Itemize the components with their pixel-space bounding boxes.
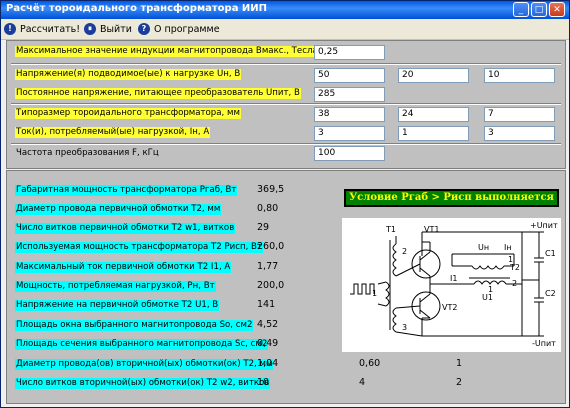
size-input-1[interactable]: 38 <box>314 107 385 122</box>
current-label: Ток(и), потребляемый(ые) нагрузкой, Iн, … <box>15 127 211 138</box>
ih-label: Iн <box>504 243 512 252</box>
size-input-3[interactable]: 7 <box>484 107 555 122</box>
result-label: Напряжение на первичной обмотке Т2 U1, В <box>15 300 220 311</box>
calculate-label: Рассчитать! <box>20 23 81 35</box>
result-value: 0,80 <box>257 203 279 214</box>
result-label: Диаметр провода первичной обмотки Т2, мм <box>15 204 222 215</box>
uh-label: Uн <box>478 243 489 252</box>
vt2-label: VT2 <box>442 303 457 312</box>
circuit-schematic: T1 VT1 VT2 T2 C1 C2 +Uпит -Uпит I1 U1 Uн… <box>342 218 561 352</box>
winding-label: 1 <box>488 285 493 294</box>
voltage-label: Напряжение(я) подводимое(ые) к нагрузке … <box>15 69 242 80</box>
result-value: 4,52 <box>257 319 279 330</box>
result-value: 10 <box>257 377 270 388</box>
voltage-input-3[interactable]: 10 <box>484 68 555 83</box>
winding-label: 2 <box>512 279 517 288</box>
plus-supply-label: +Uпит <box>530 221 558 230</box>
voltage-input-2[interactable]: 20 <box>398 68 469 83</box>
winding-label: 1 <box>372 289 377 298</box>
calculate-menu-item[interactable]: ! Рассчитать! <box>4 21 80 37</box>
result-label: Площадь окна выбранного магнитопровода S… <box>15 320 254 331</box>
t2-label: T2 <box>509 263 520 272</box>
result-value: 0,49 <box>257 338 279 349</box>
frequency-input[interactable]: 100 <box>314 146 385 161</box>
c1-label: C1 <box>545 249 556 258</box>
divider <box>11 143 561 145</box>
result-label: Число витков первичной обмотки Т2 w1, ви… <box>15 223 236 234</box>
window-title: Расчёт тороидального трансформатора ИИП <box>6 3 268 14</box>
result-value: 260,0 <box>257 241 285 252</box>
exit-icon: ⏸ <box>84 23 96 35</box>
winding-label: 1 <box>508 255 513 264</box>
dc-voltage-label: Постоянное напряжение, питающее преобраз… <box>15 88 301 99</box>
current-input-3[interactable]: 3 <box>484 126 555 141</box>
result-value: 4 <box>359 377 366 388</box>
title-bar[interactable]: Расчёт тороидального трансформатора ИИП … <box>1 1 569 19</box>
result-label: Мощность, потребляемая нагрузкой, Pн, Вт <box>15 281 216 292</box>
result-value: 0,60 <box>359 358 381 369</box>
about-label: О программе <box>154 23 220 35</box>
result-label: Используемая мощность трансформатора Т2 … <box>15 242 263 253</box>
close-button[interactable]: ✕ <box>549 2 565 17</box>
schematic-svg: T1 VT1 VT2 T2 C1 C2 +Uпит -Uпит I1 U1 Uн… <box>350 221 558 348</box>
exit-menu-item[interactable]: ⏸ Выйти <box>84 21 132 37</box>
dc-voltage-input[interactable]: 285 <box>314 87 385 102</box>
current-input-2[interactable]: 1 <box>398 126 469 141</box>
result-value: 200,0 <box>257 280 285 291</box>
result-label: Число витков вторичной(ых) обмотки(ок) Т… <box>15 378 271 389</box>
divider <box>11 103 561 105</box>
input-panel: Максимальное значение индукции магнитопр… <box>6 40 566 169</box>
exit-label: Выйти <box>100 23 132 35</box>
result-value: 1 <box>456 358 463 369</box>
main-window: Расчёт тороидального трансформатора ИИП … <box>0 0 570 408</box>
result-label: Максимальный ток первичной обмотки Т2 I1… <box>15 262 232 273</box>
maximize-button[interactable]: □ <box>531 2 547 17</box>
winding-label: 2 <box>402 247 407 256</box>
result-value: 29 <box>257 222 270 233</box>
help-icon: ? <box>138 23 150 35</box>
minus-supply-label: -Uпит <box>532 339 556 348</box>
result-label: Площадь сечения выбранного магнитопровод… <box>15 339 269 350</box>
frequency-label: Частота преобразования F, кГц <box>16 148 159 158</box>
about-menu-item[interactable]: ? О программе <box>138 21 220 37</box>
minimize-button[interactable]: _ <box>513 2 529 17</box>
induction-input[interactable]: 0,25 <box>314 45 385 60</box>
result-label: Габаритная мощность трансформатора Pгаб,… <box>15 185 238 196</box>
result-value: 1,77 <box>257 261 279 272</box>
c2-label: C2 <box>545 289 556 298</box>
result-label: Диаметр провода(ов) вторичной(ых) обмотк… <box>15 359 274 370</box>
result-value: 1,04 <box>257 358 279 369</box>
vt1-label: VT1 <box>424 225 439 234</box>
result-value: 2 <box>456 377 463 388</box>
voltage-input-1[interactable]: 50 <box>314 68 385 83</box>
winding-label: 3 <box>402 323 407 332</box>
result-value: 369,5 <box>257 184 285 195</box>
t1-label: T1 <box>385 225 396 234</box>
size-input-2[interactable]: 24 <box>398 107 469 122</box>
size-label: Типоразмер тороидального трансформатора,… <box>15 108 241 119</box>
status-banner: Условие Pгаб > Pисп выполняется <box>344 189 559 207</box>
result-value: 141 <box>257 299 276 310</box>
u1-label: U1 <box>482 293 493 302</box>
menu-bar: ! Рассчитать! ⏸ Выйти ? О программе <box>1 19 569 40</box>
current-input-1[interactable]: 3 <box>314 126 385 141</box>
i1-label: I1 <box>450 274 457 283</box>
calculate-icon: ! <box>4 23 16 35</box>
divider <box>11 63 561 65</box>
induction-label: Максимальное значение индукции магнитопр… <box>15 46 319 57</box>
